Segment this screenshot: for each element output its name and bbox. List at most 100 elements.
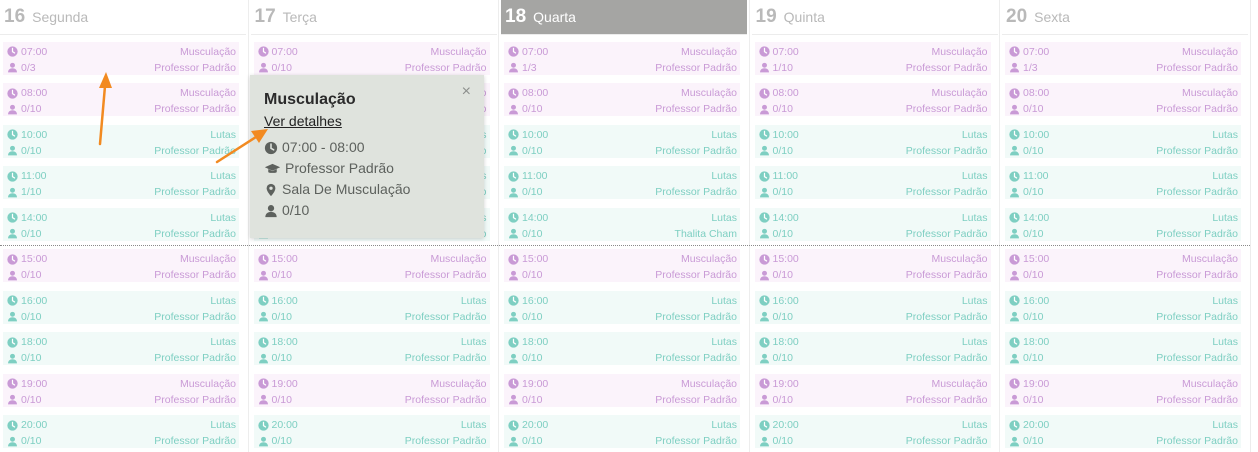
event-card[interactable]: 20:00 Lutas 0/10 Professor Padrão	[1005, 415, 1241, 448]
event-time: 20:00	[21, 419, 48, 431]
event-type: Musculação	[680, 87, 737, 99]
user-icon	[1009, 104, 1020, 115]
clock-icon	[508, 253, 519, 265]
event-card[interactable]: 19:00 Musculação 0/10 Professor Padrão	[504, 373, 740, 407]
event-type: Lutas	[711, 211, 737, 224]
event-time: 20:00	[1023, 419, 1050, 431]
event-time: 11:00	[522, 170, 548, 182]
day-name: Segunda	[32, 9, 89, 25]
event-card[interactable]: 07:00 Musculação 1/10 Professor Padrão	[754, 41, 991, 75]
event-type: Musculação	[680, 253, 737, 265]
event-card[interactable]: 18:00 Lutas 0/10 Professor Padrão	[504, 332, 740, 365]
event-teacher: Professor Padrão	[655, 144, 737, 157]
event-type: Lutas	[210, 128, 236, 141]
day-header[interactable]: 18 Quarta	[501, 0, 747, 35]
event-card[interactable]: 11:00 Lutas 0/10 Professor Padrão	[754, 166, 991, 199]
event-card[interactable]: 20:00 Lutas 0/10 Professor Padrão	[754, 415, 991, 448]
clock-icon	[7, 46, 18, 57]
event-type: Musculação	[680, 45, 737, 58]
day-header[interactable]: 16 Segunda	[0, 0, 246, 35]
event-card[interactable]: 19:00 Musculação 0/10 Professor Padrão	[3, 373, 239, 407]
event-capacity: 0/10	[522, 227, 543, 240]
day-column: 16 Segunda 07:00 Musculação 0/3 Professor Pad…	[0, 0, 246, 452]
clock-icon	[508, 378, 519, 389]
event-card[interactable]: 19:00 Musculação 0/10 Professor Padrão	[1005, 373, 1241, 407]
event-card[interactable]: 11:00 Lutas 0/10 Professor Padrão	[1005, 166, 1241, 199]
event-card[interactable]: 08:00 Musculação 0/10 Professor Padrão	[504, 83, 740, 116]
event-card[interactable]: 18:00 Lutas 0/10 Professor Padrão	[3, 332, 239, 365]
event-card[interactable]: 16:00 Lutas 0/10 Professor Padrão	[1005, 290, 1241, 324]
event-capacity: 0/10	[522, 310, 543, 323]
event-card[interactable]: 19:00 Musculação 0/10 Professor Padrão	[754, 373, 991, 407]
event-card[interactable]: 20:00 Lutas 0/10 Professor Padrão	[3, 415, 239, 448]
event-card[interactable]: 15:00 Musculação 0/10 Professor Padrão	[3, 249, 239, 282]
clock-icon	[758, 46, 770, 57]
event-type: Musculação	[430, 377, 487, 390]
event-card[interactable]: 10:00 Lutas 0/10 Professor Padrão	[754, 124, 991, 158]
event-capacity: 0/10	[772, 269, 793, 281]
event-card[interactable]: 16:00 Lutas 0/10 Professor Padrão	[754, 290, 991, 324]
event-card[interactable]: 08:00 Musculação 0/10 Professor Padrão	[754, 83, 991, 116]
event-teacher: Professor Padrão	[1156, 352, 1238, 364]
event-card[interactable]: 15:00 Musculação 0/10 Professor Padrão	[504, 249, 740, 282]
event-teacher: Professor Padrão	[1156, 144, 1238, 157]
event-card[interactable]: 11:00 Lutas 1/10 Professor Padrão	[3, 166, 239, 199]
day-header[interactable]: 19 Quinta	[751, 0, 998, 35]
event-card[interactable]: 18:00 Lutas 0/10 Professor Padrão	[754, 332, 991, 365]
event-teacher: Professor Padrão	[905, 393, 988, 406]
event-card[interactable]: 07:00 Musculação 1/3 Professor Padrão	[504, 41, 740, 75]
clock-icon	[257, 378, 269, 389]
event-card[interactable]: 15:00 Musculação 0/10 Professor Padrão	[754, 249, 991, 282]
event-teacher: Professor Padrão	[404, 435, 487, 447]
event-card[interactable]: 18:00 Lutas 0/10 Professor Padrão	[253, 332, 490, 365]
event-card[interactable]: 19:00 Musculação 0/10 Professor Padrão	[253, 373, 490, 407]
event-capacity: 0/10	[772, 186, 793, 198]
event-card[interactable]: 20:00 Lutas 0/10 Professor Padrão	[504, 415, 740, 448]
event-teacher: Professor Padrão	[655, 310, 737, 323]
view-details-link[interactable]: Ver detalhes	[264, 113, 342, 129]
event-card[interactable]: 15:00 Musculação 0/10 Professor Padrão	[253, 249, 490, 282]
event-card[interactable]: 10:00 Lutas 0/10 Professor Padrão	[3, 124, 239, 158]
event-card[interactable]: 16:00 Lutas 0/10 Professor Padrão	[504, 290, 740, 324]
day-header[interactable]: 17 Terça	[250, 0, 497, 35]
event-card[interactable]: 08:00 Musculação 0/10 Professor Padrão	[1005, 83, 1241, 116]
event-card[interactable]: 16:00 Lutas 0/10 Professor Padrão	[253, 290, 490, 324]
event-capacity: 0/10	[1023, 352, 1044, 364]
event-card[interactable]: 14:00 Lutas 0/10 Professor Padrão	[3, 207, 239, 241]
event-card[interactable]: 14:00 Lutas 0/10 Professor Padrão	[754, 207, 991, 241]
event-card[interactable]: 16:00 Lutas 0/10 Professor Padrão	[3, 290, 239, 324]
event-card[interactable]: 10:00 Lutas 0/10 Professor Padrão	[1005, 124, 1241, 158]
event-card[interactable]: 15:00 Musculação 0/10 Professor Padrão	[1005, 249, 1241, 282]
event-card[interactable]: 20:00 Lutas 0/10 Professor Padrão	[253, 415, 490, 448]
calendar-right-edge	[1250, 0, 1258, 452]
event-card[interactable]: 11:00 Lutas 0/10 Professor Padrão	[504, 166, 740, 199]
event-popover: Musculação × Ver detalhes 07:00 - 08:00 …	[250, 75, 484, 238]
event-time: 15:00	[772, 253, 799, 265]
event-card[interactable]: 14:00 Lutas 0/10 Professor Padrão	[1005, 207, 1241, 241]
close-icon[interactable]: ×	[462, 83, 471, 101]
event-card[interactable]: 10:00 Lutas 0/10 Professor Padrão	[504, 124, 740, 158]
day-header[interactable]: 20 Sexta	[1002, 0, 1248, 35]
event-type: Lutas	[460, 336, 487, 348]
event-card[interactable]: 14:00 Lutas 0/10 Thalita Cham	[504, 207, 740, 241]
event-time: 07:00	[271, 45, 298, 58]
event-card[interactable]: 07:00 Musculação 0/10 Professor Padrão	[253, 41, 490, 75]
event-capacity: 0/10	[21, 227, 42, 240]
event-card[interactable]: 07:00 Musculação 0/3 Professor Padrão	[3, 41, 239, 75]
event-type: Musculação	[430, 45, 487, 58]
event-card[interactable]: 08:00 Musculação 0/10 Professor Padrão	[3, 83, 239, 116]
event-capacity: 0/10	[1023, 227, 1044, 240]
event-type: Lutas	[711, 128, 737, 141]
popover-time: 07:00 - 08:00	[282, 139, 365, 155]
user-icon	[508, 394, 519, 405]
clock-icon	[257, 295, 269, 306]
event-teacher: Professor Padrão	[154, 435, 236, 447]
event-time: 16:00	[772, 294, 799, 307]
event-time: 20:00	[271, 419, 298, 431]
clock-icon	[508, 336, 519, 348]
event-teacher: Professor Padrão	[1156, 227, 1238, 240]
event-card[interactable]: 07:00 Musculação 1/3 Professor Padrão	[1005, 41, 1241, 75]
event-card[interactable]: 18:00 Lutas 0/10 Professor Padrão	[1005, 332, 1241, 365]
event-capacity: 0/10	[21, 269, 42, 281]
user-icon	[759, 104, 770, 115]
